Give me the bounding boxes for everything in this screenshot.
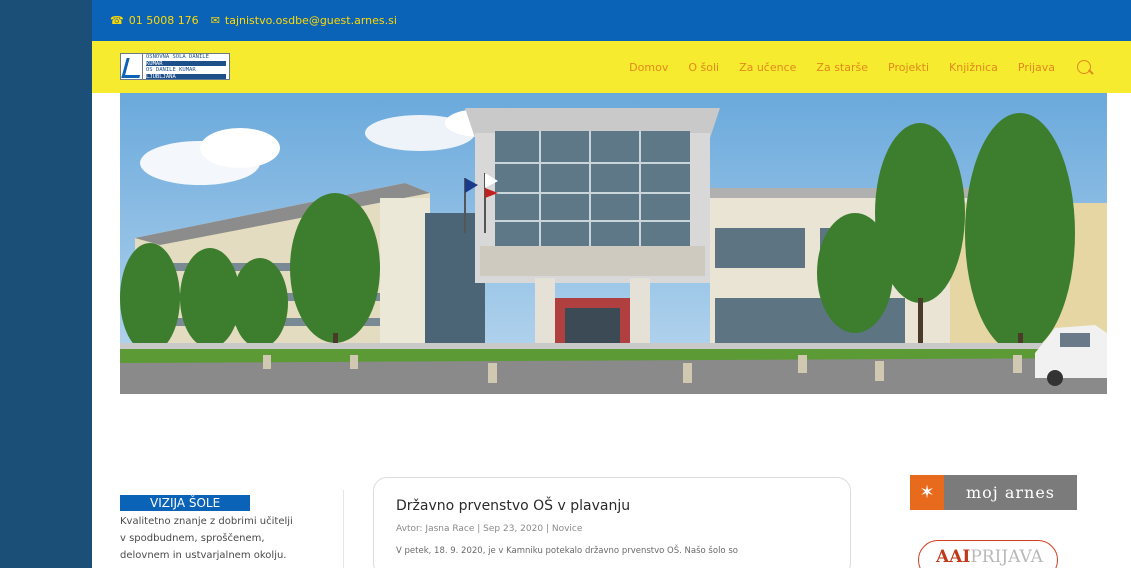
logo-text: OSNOVNA ŠOLA DANILE KUMAR OŠ DANILE KUMA… <box>143 54 229 79</box>
vision-line: v spodbudnem, sproščenem, <box>120 533 265 544</box>
nav-item-prijava[interactable]: Prijava <box>1018 61 1055 74</box>
nav-item-knjiznica[interactable]: Knjižnica <box>949 61 998 74</box>
logo-line: OSNOVNA ŠOLA DANILE <box>146 54 209 60</box>
post-excerpt: V petek, 18. 9. 2020, je v Kamniku potek… <box>396 546 738 556</box>
phone-icon: ☎ <box>110 14 124 27</box>
top-contact-bar: ☎ 01 5008 176 ✉ tajnistvo.osdbe@guest.ar… <box>92 0 1131 41</box>
school-vision: VIZIJA ŠOLE Kvalitetno znanje z dobrimi … <box>120 492 320 564</box>
aai-label: AAIPRIJAVA <box>934 547 1045 567</box>
logo-line: LJUBLJANA <box>146 73 226 79</box>
phone-text: 01 5008 176 <box>128 14 199 27</box>
nav-item-domov[interactable]: Domov <box>629 61 668 74</box>
nav-item-o-soli[interactable]: O šoli <box>688 61 719 74</box>
vision-line: delovnem in ustvarjalnem okolju. <box>120 550 287 561</box>
aai-label-b: PRIJAVA <box>970 547 1043 567</box>
school-logo[interactable]: OSNOVNA ŠOLA DANILE KUMAR OŠ DANILE KUMA… <box>120 53 230 80</box>
main-header: OSNOVNA ŠOLA DANILE KUMAR OŠ DANILE KUMA… <box>92 41 1131 93</box>
contact-email[interactable]: ✉ tajnistvo.osdbe@guest.arnes.si <box>211 14 397 27</box>
logo-mark <box>121 54 143 79</box>
vision-title: VIZIJA ŠOLE <box>120 495 251 511</box>
search-icon[interactable] <box>1077 60 1091 74</box>
logo-line: OŠ DANILE KUMAR <box>146 67 196 73</box>
hero-school-photo <box>120 93 1107 394</box>
logo-line: KUMAR <box>146 60 226 66</box>
vision-text: Kvalitetno znanje z dobrimi učitelji v s… <box>120 513 320 564</box>
nav-item-za-ucence[interactable]: Za učence <box>739 61 796 74</box>
post-title[interactable]: Državno prvenstvo OŠ v plavanju <box>396 498 828 514</box>
aai-label-a: AAI <box>936 547 971 567</box>
moj-arnes-banner[interactable]: ✶ moj arnes <box>910 475 1077 510</box>
contact-phone[interactable]: ☎ 01 5008 176 <box>110 14 199 27</box>
arnes-label: moj arnes <box>944 475 1077 510</box>
nav-item-za-starse[interactable]: Za starše <box>816 61 868 74</box>
column-divider <box>343 490 344 568</box>
email-text: tajnistvo.osdbe@guest.arnes.si <box>224 14 397 27</box>
main-nav: Domov O šoli Za učence Za starše Projekt… <box>629 41 1091 93</box>
vision-line: Kvalitetno znanje z dobrimi učitelji <box>120 516 293 527</box>
arnes-logo-icon: ✶ <box>910 475 944 510</box>
news-post-card[interactable]: Državno prvenstvo OŠ v plavanju Avtor: J… <box>373 477 851 568</box>
nav-item-projekti[interactable]: Projekti <box>888 61 929 74</box>
left-side-strip <box>0 0 92 568</box>
post-meta: Avtor: Jasna Race | Sep 23, 2020 | Novic… <box>396 524 583 534</box>
aai-prijava-banner[interactable]: AAIPRIJAVA <box>912 526 1072 568</box>
envelope-icon: ✉ <box>210 14 220 27</box>
